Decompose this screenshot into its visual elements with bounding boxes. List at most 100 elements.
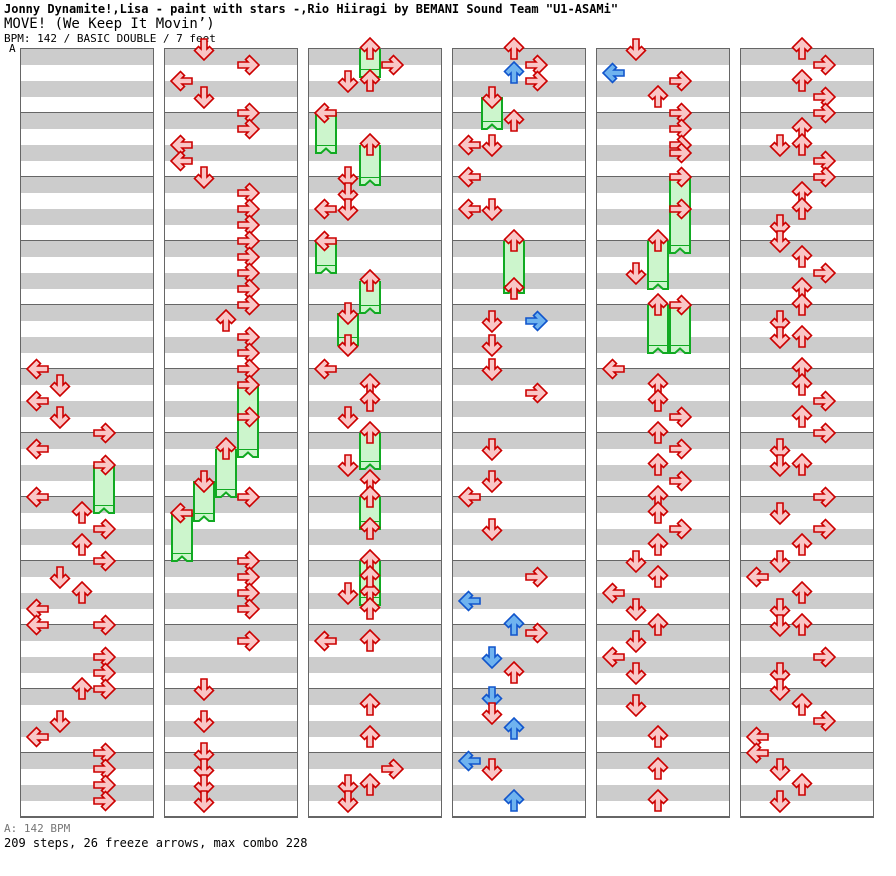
red-arrow-icon — [91, 548, 117, 574]
freeze-head-arrow-icon — [313, 100, 339, 126]
red-arrow-icon — [313, 628, 339, 654]
freeze-head-arrow-icon — [235, 372, 261, 398]
stats-line: 209 steps, 26 freeze arrows, max combo 2… — [4, 836, 308, 850]
red-arrow-icon — [667, 140, 693, 166]
red-arrow-icon — [91, 676, 117, 702]
freeze-head-arrow-icon — [667, 164, 693, 190]
red-arrow-icon — [479, 436, 505, 462]
blue-arrow-icon — [501, 716, 527, 742]
red-arrow-icon — [25, 724, 51, 750]
red-arrow-icon — [191, 676, 217, 702]
freeze-head-arrow-icon — [667, 196, 693, 222]
freeze-tail — [359, 177, 381, 186]
red-arrow-icon — [191, 36, 217, 62]
blue-arrow-icon — [457, 588, 483, 614]
red-arrow-icon — [335, 332, 361, 358]
freeze-tail — [171, 553, 193, 562]
note-layer — [597, 38, 729, 817]
red-arrow-icon — [523, 68, 549, 94]
red-arrow-icon — [811, 644, 837, 670]
red-arrow-icon — [479, 308, 505, 334]
red-arrow-icon — [91, 788, 117, 814]
red-arrow-icon — [645, 564, 671, 590]
freeze-head-arrow-icon — [357, 36, 383, 62]
note-layer — [741, 36, 873, 817]
red-arrow-icon — [47, 404, 73, 430]
red-arrow-icon — [479, 756, 505, 782]
red-arrow-icon — [479, 132, 505, 158]
red-arrow-icon — [25, 484, 51, 510]
red-arrow-icon — [501, 660, 527, 686]
stepchart-grid: A — [0, 36, 896, 820]
red-arrow-icon — [645, 724, 671, 750]
red-arrow-icon — [91, 420, 117, 446]
freeze-tail — [647, 281, 669, 290]
freeze-head-arrow-icon — [357, 564, 383, 590]
red-arrow-icon — [191, 788, 217, 814]
freeze-head-arrow-icon — [357, 420, 383, 446]
freeze-head-arrow-icon — [169, 500, 195, 526]
freeze-tail — [215, 489, 237, 498]
freeze-head-arrow-icon — [213, 436, 239, 462]
red-arrow-icon — [357, 724, 383, 750]
note-layer — [165, 38, 297, 817]
red-arrow-icon — [25, 612, 51, 638]
column-body — [164, 38, 298, 818]
red-arrow-icon — [335, 196, 361, 222]
red-arrow-icon — [523, 564, 549, 590]
red-arrow-icon — [357, 628, 383, 654]
red-arrow-icon — [191, 708, 217, 734]
chart-header: Jonny Dynamite!,Lisa - paint with stars … — [4, 2, 892, 45]
red-arrow-icon — [789, 612, 815, 638]
red-arrow-icon — [235, 484, 261, 510]
blue-arrow-icon — [523, 308, 549, 334]
red-arrow-icon — [191, 84, 217, 110]
song-title: MOVE! (We Keep It Movin’) — [4, 16, 215, 32]
red-arrow-icon — [479, 516, 505, 542]
red-arrow-icon — [357, 596, 383, 622]
red-arrow-icon — [745, 564, 771, 590]
freeze-head-arrow-icon — [645, 228, 671, 254]
freeze-tail — [315, 265, 337, 274]
note-layer — [453, 36, 585, 817]
red-arrow-icon — [235, 116, 261, 142]
red-arrow-icon — [457, 164, 483, 190]
red-arrow-icon — [523, 380, 549, 406]
red-arrow-icon — [501, 276, 527, 302]
red-arrow-icon — [623, 692, 649, 718]
column-body — [596, 38, 730, 818]
red-arrow-icon — [623, 260, 649, 286]
freeze-head-arrow-icon — [357, 268, 383, 294]
red-arrow-icon — [623, 660, 649, 686]
red-arrow-icon — [313, 356, 339, 382]
freeze-head-arrow-icon — [191, 468, 217, 494]
column-body — [452, 36, 586, 818]
freeze-tail — [315, 145, 337, 154]
freeze-head-arrow-icon — [667, 292, 693, 318]
red-arrow-icon — [811, 420, 837, 446]
red-arrow-icon — [479, 356, 505, 382]
blue-arrow-icon — [501, 788, 527, 814]
red-arrow-icon — [335, 788, 361, 814]
freeze-tail — [237, 449, 259, 458]
red-arrow-icon — [25, 436, 51, 462]
red-arrow-icon — [357, 516, 383, 542]
freeze-tail — [647, 345, 669, 354]
freeze-tail — [359, 305, 381, 314]
red-arrow-icon — [789, 452, 815, 478]
freeze-head-arrow-icon — [357, 484, 383, 510]
red-arrow-icon — [69, 580, 95, 606]
freeze-tail — [669, 345, 691, 354]
red-arrow-icon — [811, 708, 837, 734]
red-arrow-icon — [235, 596, 261, 622]
blue-arrow-icon — [601, 60, 627, 86]
column-label: A — [9, 42, 16, 55]
freeze-head-arrow-icon — [313, 228, 339, 254]
red-arrow-icon — [235, 628, 261, 654]
red-arrow-icon — [357, 692, 383, 718]
freeze-head-arrow-icon — [235, 404, 261, 430]
red-arrow-icon — [767, 788, 793, 814]
column-body — [740, 36, 874, 818]
note-layer — [21, 49, 153, 817]
note-layer — [309, 36, 441, 817]
